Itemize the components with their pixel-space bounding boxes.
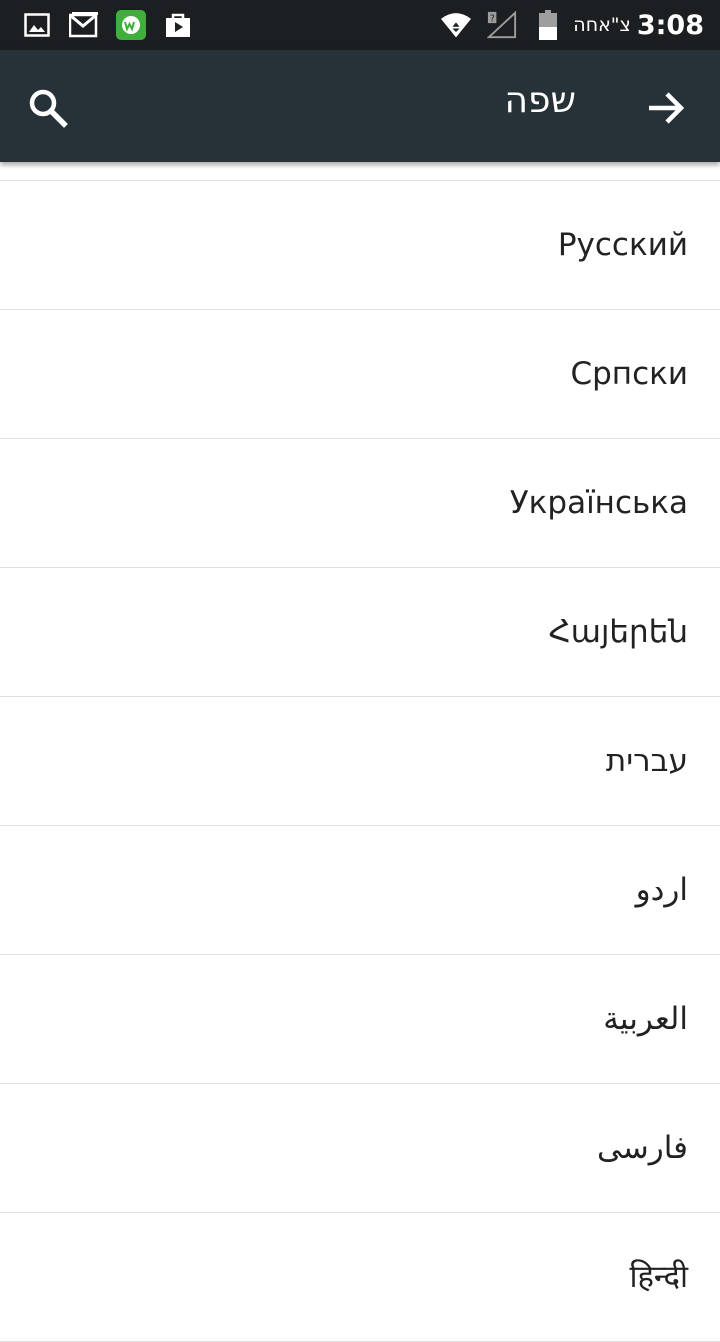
- language-label: العربية: [603, 1001, 688, 1037]
- list-item[interactable]: اردو: [0, 826, 720, 955]
- language-label: Հայերեն: [548, 614, 688, 650]
- language-label: עברית: [605, 743, 688, 779]
- language-label: Српски: [570, 356, 688, 392]
- battery-icon: [533, 10, 563, 40]
- gallery-icon: [22, 10, 52, 40]
- svg-text:?: ?: [490, 13, 495, 24]
- list-item[interactable]: Русский: [0, 181, 720, 310]
- language-list: Русский Српски Українська Հայերեն עברית …: [0, 180, 720, 1342]
- arrow-forward-icon[interactable]: [642, 84, 690, 132]
- status-clock: 3:08: [636, 9, 704, 41]
- language-label: Русский: [557, 227, 688, 263]
- list-item[interactable]: فارسی: [0, 1084, 720, 1213]
- toolbar: שפה: [0, 50, 720, 162]
- carrier-label: צ"אחה: [573, 14, 631, 36]
- language-label: فارسی: [596, 1130, 688, 1166]
- language-label: Українська: [509, 485, 688, 521]
- status-bar: ? צ"אחה 3:08: [0, 0, 720, 50]
- list-item[interactable]: עברית: [0, 697, 720, 826]
- search-icon[interactable]: [24, 84, 72, 132]
- language-label: हिन्दी: [629, 1259, 688, 1295]
- language-label: اردو: [635, 872, 688, 908]
- page-title: שפה: [504, 80, 576, 121]
- wifi-icon: [441, 10, 472, 40]
- store-bag-icon: [163, 10, 193, 40]
- list-item[interactable]: العربية: [0, 955, 720, 1084]
- gmail-icon: [69, 10, 99, 40]
- no-signal-icon: ?: [487, 10, 517, 40]
- list-item[interactable]: Српски: [0, 310, 720, 439]
- app-w-icon: [116, 10, 146, 40]
- list-item[interactable]: Українська: [0, 439, 720, 568]
- list-item[interactable]: Հայերեն: [0, 568, 720, 697]
- system-icons: ? צ"אחה 3:08: [435, 6, 704, 44]
- notification-icons: [22, 10, 210, 40]
- list-item[interactable]: हिन्दी: [0, 1213, 720, 1342]
